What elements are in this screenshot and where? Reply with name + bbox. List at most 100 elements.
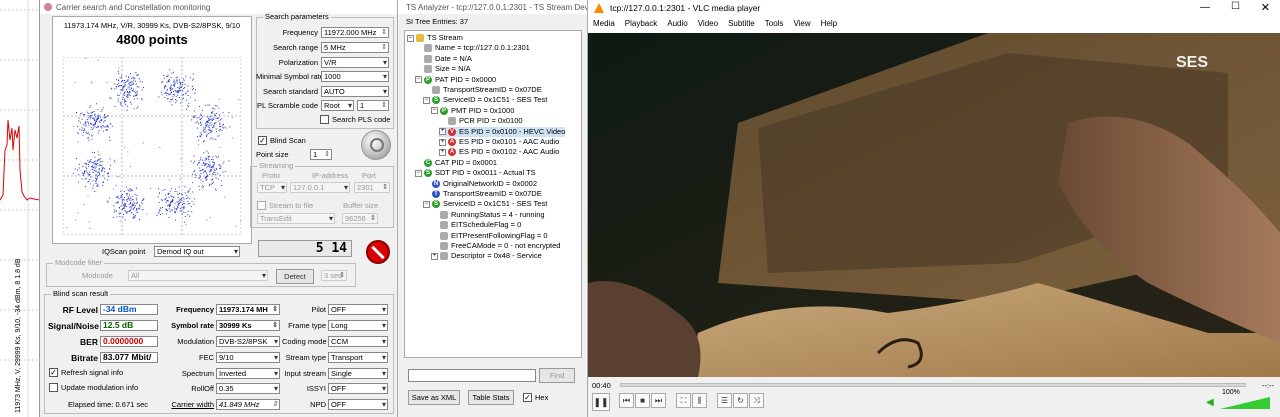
seek-bar[interactable] bbox=[620, 383, 1246, 387]
detect-seconds-input[interactable]: 3 sec bbox=[321, 270, 347, 281]
tree-node[interactable]: − S ServiceID = 0x1C51 - SES Test bbox=[423, 95, 547, 105]
tree-node[interactable]: + V ES PID = 0x0100 - HEVC Video bbox=[439, 126, 566, 137]
menu-help[interactable]: Help bbox=[816, 16, 842, 32]
tree-node[interactable]: + A ES PID = 0x0101 - AAC Audio bbox=[439, 137, 559, 147]
refresh-signal-checkbox[interactable]: ✓ bbox=[49, 368, 58, 377]
fullscreen-button[interactable]: ⛶ bbox=[676, 393, 691, 408]
tree-node[interactable]: C CAT PID = 0x0001 bbox=[415, 158, 497, 168]
find-input[interactable] bbox=[408, 369, 536, 382]
si-tree[interactable]: − TS Stream Name = tcp://127.0.0.1:2301 Dat… bbox=[404, 30, 582, 358]
tree-node[interactable]: − P PMT PID = 0x1000 bbox=[431, 106, 514, 116]
frame-type-select[interactable]: Long bbox=[328, 320, 388, 331]
menu-media[interactable]: Media bbox=[588, 16, 620, 32]
menu-video[interactable]: Video bbox=[693, 16, 723, 32]
loop-button[interactable]: ↻ bbox=[733, 393, 748, 408]
tree-node[interactable]: − P PAT PID = 0x0000 bbox=[415, 75, 496, 85]
search-standard-select[interactable]: AUTO bbox=[321, 86, 389, 97]
npd-select[interactable]: OFF bbox=[328, 399, 388, 410]
stop-button[interactable] bbox=[366, 240, 390, 264]
iqscan-select[interactable]: Demod IQ out bbox=[154, 246, 240, 257]
menu-view[interactable]: View bbox=[788, 16, 815, 32]
coding-mode-select[interactable]: CCM bbox=[328, 336, 388, 347]
menu-tools[interactable]: Tools bbox=[760, 16, 789, 32]
expand-toggle-icon[interactable]: + bbox=[431, 252, 438, 260]
blind-scan-checkbox[interactable]: ✓ bbox=[258, 136, 267, 145]
minimize-icon[interactable]: — bbox=[1200, 2, 1210, 13]
tree-node[interactable]: N OriginalNetworkID = 0x0002 bbox=[423, 179, 537, 189]
pl-scramble-mode-select[interactable]: Root bbox=[321, 100, 354, 111]
menu-audio[interactable]: Audio bbox=[662, 16, 692, 32]
volume-icon[interactable]: ◀ bbox=[1206, 397, 1214, 408]
tree-node[interactable]: Size = N/A bbox=[415, 64, 471, 74]
tree-node[interactable]: EITScheduleFlag = 0 bbox=[431, 220, 521, 230]
menu-playback[interactable]: Playback bbox=[620, 16, 662, 32]
start-scan-button[interactable] bbox=[361, 130, 391, 160]
search-pls-checkbox[interactable] bbox=[320, 115, 329, 124]
tree-node[interactable]: + A ES PID = 0x0102 - AAC Audio bbox=[439, 147, 559, 157]
spectrum-select[interactable]: Inverted bbox=[216, 368, 280, 379]
frequency-input[interactable]: 11972.000 MHz bbox=[321, 27, 389, 38]
pl-scramble-value-input[interactable]: 1 bbox=[357, 100, 389, 111]
tree-node[interactable]: RunningStatus = 4 - running bbox=[431, 210, 545, 220]
find-button[interactable]: Find bbox=[539, 368, 575, 383]
issyi-select[interactable]: OFF bbox=[328, 383, 388, 394]
tree-node[interactable]: − TS Stream bbox=[407, 33, 463, 43]
expand-toggle-icon[interactable]: − bbox=[407, 34, 414, 42]
table-stats-button[interactable]: Table Stats bbox=[468, 390, 514, 405]
result-symbol-rate-value: 30999 Ks bbox=[216, 320, 280, 331]
stream-to-file-checkbox[interactable] bbox=[257, 201, 266, 210]
pause-button[interactable]: ❚❚ bbox=[592, 393, 610, 411]
tree-node[interactable]: PCR PID = 0x0100 bbox=[439, 116, 523, 126]
menu-subtitle[interactable]: Subtitle bbox=[723, 16, 760, 32]
tree-node[interactable]: − S ServiceID = 0x1C51 - SES Test bbox=[423, 199, 547, 209]
maximize-icon[interactable]: ☐ bbox=[1231, 1, 1240, 12]
input-stream-select[interactable]: Single bbox=[328, 368, 388, 379]
stream-file-select[interactable]: TransEdit bbox=[257, 213, 335, 224]
save-xml-button[interactable]: Save as XML bbox=[408, 390, 460, 405]
update-modulation-checkbox[interactable] bbox=[49, 383, 58, 392]
expand-toggle-icon[interactable]: + bbox=[439, 138, 446, 146]
tree-node[interactable]: − S SDT PID = 0x0011 - Actual TS bbox=[415, 168, 536, 178]
modcode-select[interactable]: All bbox=[128, 270, 268, 281]
tree-node-label: Date = N/A bbox=[435, 53, 472, 63]
rolloff-select[interactable]: 0.35 bbox=[216, 383, 280, 394]
detect-button[interactable]: Detect bbox=[276, 269, 314, 284]
loop-icon: ↻ bbox=[737, 396, 744, 405]
tree-node[interactable]: T TransportStreamID = 0x07DE bbox=[423, 189, 542, 199]
polarization-select[interactable]: V/R bbox=[321, 57, 389, 68]
port-input[interactable]: 2301 bbox=[354, 182, 390, 193]
expand-toggle-icon[interactable]: − bbox=[423, 96, 430, 104]
tree-node[interactable]: Name = tcp://127.0.0.1:2301 bbox=[415, 43, 530, 53]
hex-checkbox[interactable]: ✓ bbox=[523, 393, 532, 402]
tree-node[interactable]: FreeCAMode = 0 - not encrypted bbox=[431, 241, 560, 251]
tree-node[interactable]: Date = N/A bbox=[415, 54, 472, 64]
expand-toggle-icon[interactable]: − bbox=[431, 107, 438, 115]
fec-select[interactable]: 9/10 bbox=[216, 352, 280, 363]
volume-slider[interactable]: 100% bbox=[1220, 389, 1270, 409]
previous-button[interactable]: ⏮ bbox=[619, 393, 634, 408]
ip-address-input[interactable]: 127.0.0.1 bbox=[290, 182, 350, 193]
close-icon[interactable]: ✕ bbox=[1261, 1, 1270, 14]
stop-playback-button[interactable]: ■ bbox=[635, 393, 650, 408]
pilot-select[interactable]: OFF bbox=[328, 304, 388, 315]
min-symbol-rate-select[interactable]: 1000 bbox=[321, 71, 389, 82]
modulation-select[interactable]: DVB-S2/8PSK bbox=[216, 336, 280, 347]
tree-node[interactable]: + Descriptor = 0x48 - Service bbox=[431, 251, 542, 261]
expand-toggle-icon[interactable]: + bbox=[439, 128, 446, 136]
expand-toggle-icon[interactable]: + bbox=[439, 148, 446, 156]
tree-node[interactable]: EITPresentFollowingFlag = 0 bbox=[431, 231, 548, 241]
video-area[interactable]: SES bbox=[588, 33, 1280, 377]
expand-toggle-icon[interactable]: − bbox=[415, 169, 422, 177]
next-button[interactable]: ⏭ bbox=[651, 393, 666, 408]
tree-node[interactable]: TransportStreamID = 0x07DE bbox=[423, 85, 542, 95]
playlist-button[interactable]: ☰ bbox=[717, 393, 732, 408]
expand-toggle-icon[interactable]: − bbox=[423, 200, 430, 208]
extended-settings-button[interactable]: ⫼ bbox=[692, 393, 707, 408]
shuffle-button[interactable]: ⤨ bbox=[749, 393, 764, 408]
search-range-input[interactable]: 5 MHz bbox=[321, 42, 389, 53]
buffer-size-input[interactable]: 96256 bbox=[342, 213, 378, 224]
expand-toggle-icon[interactable]: − bbox=[415, 76, 422, 84]
stream-type-select[interactable]: Transport bbox=[328, 352, 388, 363]
proto-select[interactable]: TCP bbox=[257, 182, 287, 193]
point-size-input[interactable]: 1 bbox=[310, 149, 332, 160]
